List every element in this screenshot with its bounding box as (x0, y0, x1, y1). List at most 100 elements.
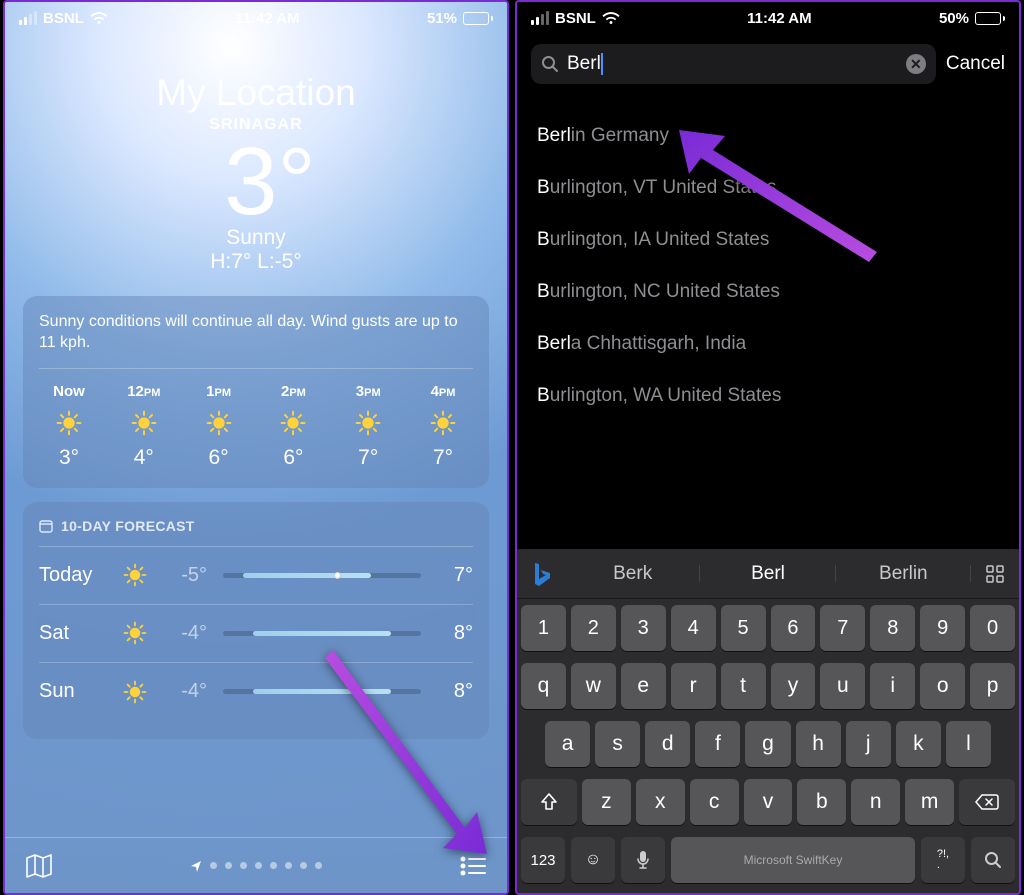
key-l[interactable]: l (946, 721, 991, 767)
key-m[interactable]: m (905, 779, 954, 825)
search-input-value[interactable]: Berl (567, 53, 601, 75)
low-temp: -4° (157, 680, 207, 703)
search-result[interactable]: Berla Chhattisgarh, India (537, 318, 999, 370)
key-1[interactable]: 1 (521, 605, 566, 651)
key-i[interactable]: i (870, 663, 915, 709)
key-h[interactable]: h (796, 721, 841, 767)
page-dot[interactable] (240, 862, 247, 869)
battery-pct-label: 51% (427, 10, 457, 27)
search-result[interactable]: Berlin Germany (537, 110, 999, 162)
day-label: Today (39, 564, 113, 587)
daily-row[interactable]: Sun -4° 8° (39, 663, 473, 721)
key-emoji[interactable]: ☺ (571, 837, 615, 883)
key-2[interactable]: 2 (571, 605, 616, 651)
key-backspace[interactable] (959, 779, 1015, 825)
page-dot[interactable] (285, 862, 292, 869)
key-4[interactable]: 4 (671, 605, 716, 651)
page-dot[interactable] (315, 862, 322, 869)
key-search[interactable] (971, 837, 1015, 883)
suggestion-bar: Berk Berl Berlin (517, 549, 1019, 599)
suggestion-word[interactable]: Berl (700, 563, 835, 585)
hour-column: Now 3° (39, 383, 99, 470)
key-b[interactable]: b (797, 779, 846, 825)
forecast-title: 10-DAY FORECAST (61, 518, 195, 534)
key-v[interactable]: v (744, 779, 793, 825)
bing-icon[interactable] (517, 561, 565, 587)
page-dot[interactable] (300, 862, 307, 869)
sun-icon (280, 410, 306, 436)
key-6[interactable]: 6 (771, 605, 816, 651)
key-d[interactable]: d (645, 721, 690, 767)
clear-icon[interactable]: ✕ (906, 54, 926, 74)
key-q[interactable]: q (521, 663, 566, 709)
day-label: Sat (39, 622, 113, 645)
page-dot[interactable] (225, 862, 232, 869)
key-s[interactable]: s (595, 721, 640, 767)
search-result[interactable]: Burlington, WA United States (537, 370, 999, 422)
key-k[interactable]: k (896, 721, 941, 767)
key-w[interactable]: w (571, 663, 616, 709)
key-z[interactable]: z (582, 779, 631, 825)
key-9[interactable]: 9 (920, 605, 965, 651)
key-f[interactable]: f (695, 721, 740, 767)
map-icon[interactable] (25, 853, 53, 879)
cancel-button[interactable]: Cancel (946, 53, 1005, 75)
battery-icon (463, 12, 493, 25)
key-0[interactable]: 0 (970, 605, 1015, 651)
grid-icon[interactable] (971, 565, 1019, 583)
key-o[interactable]: o (920, 663, 965, 709)
daily-row[interactable]: Sat -4° 8° (39, 605, 473, 663)
page-indicator[interactable] (190, 860, 322, 872)
key-u[interactable]: u (820, 663, 865, 709)
location-title: My Location (5, 72, 507, 114)
sun-icon (355, 410, 381, 436)
key-r[interactable]: r (671, 663, 716, 709)
sun-icon (121, 621, 149, 645)
hour-column: 3PM 7° (338, 383, 398, 470)
weather-app-screen: BSNL 11:42 AM 51% My Location SRINAGAR 3… (3, 0, 509, 895)
battery-pct-label: 50% (939, 10, 969, 27)
page-dot[interactable] (210, 862, 217, 869)
search-icon (541, 55, 559, 73)
key-7[interactable]: 7 (820, 605, 865, 651)
suggestion-word[interactable]: Berk (565, 563, 700, 585)
key-e[interactable]: e (621, 663, 666, 709)
search-results: Berlin GermanyBurlington, VT United Stat… (517, 84, 1019, 422)
key-j[interactable]: j (846, 721, 891, 767)
search-result[interactable]: Burlington, NC United States (537, 266, 999, 318)
key-c[interactable]: c (690, 779, 739, 825)
page-dot[interactable] (270, 862, 277, 869)
sun-icon (131, 410, 157, 436)
search-result[interactable]: Burlington, IA United States (537, 214, 999, 266)
key-3[interactable]: 3 (621, 605, 666, 651)
key-shift[interactable] (521, 779, 577, 825)
key-123[interactable]: 123 (521, 837, 565, 883)
key-mic[interactable] (621, 837, 665, 883)
key-x[interactable]: x (636, 779, 685, 825)
carrier-label: BSNL (555, 10, 596, 27)
hour-label: 4PM (431, 383, 456, 400)
key-8[interactable]: 8 (870, 605, 915, 651)
current-temp: 3° (33, 134, 507, 230)
signal-icon (19, 11, 37, 25)
condition-label: Sunny (5, 226, 507, 250)
daily-row[interactable]: Today -5° 7° (39, 547, 473, 605)
sun-icon (121, 680, 149, 704)
key-p[interactable]: p (970, 663, 1015, 709)
search-bar[interactable]: Berl ✕ (531, 44, 936, 84)
daily-forecast[interactable]: Today -5° 7° Sat -4° 8° Sun -4° (39, 547, 473, 721)
hourly-forecast[interactable]: Now 3° 12PM 4° 1PM 6° 2PM 6° 3PM 7° 4PM … (39, 383, 473, 470)
status-bar: BSNL 11:42 AM 51% (5, 2, 507, 32)
key-y[interactable]: y (771, 663, 816, 709)
key-space[interactable]: Microsoft SwiftKey (671, 837, 915, 883)
key-g[interactable]: g (745, 721, 790, 767)
key-a[interactable]: a (545, 721, 590, 767)
page-dot[interactable] (255, 862, 262, 869)
key-5[interactable]: 5 (721, 605, 766, 651)
key-t[interactable]: t (721, 663, 766, 709)
key-n[interactable]: n (851, 779, 900, 825)
suggestion-word[interactable]: Berlin (836, 563, 971, 585)
search-result[interactable]: Burlington, VT United States (537, 162, 999, 214)
list-icon[interactable] (459, 855, 487, 877)
key-punct[interactable]: ?!, . (921, 837, 965, 883)
